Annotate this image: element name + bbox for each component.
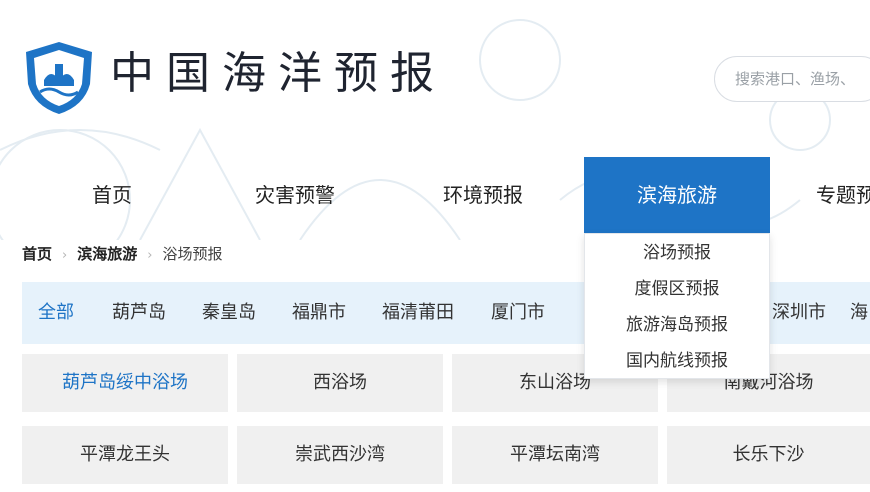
- region-xiamen[interactable]: 厦门市: [491, 282, 545, 344]
- beach-tile[interactable]: 葫芦岛绥中浴场: [22, 354, 228, 412]
- nav-item-disaster-warning[interactable]: 灾害预警: [255, 157, 335, 233]
- beach-tile[interactable]: 平潭坛南湾: [452, 426, 658, 484]
- region-shenzhen[interactable]: 深圳市: [772, 282, 826, 344]
- beach-tile[interactable]: 西浴场: [237, 354, 443, 412]
- site-logo[interactable]: [22, 40, 96, 116]
- nav-item-coastal-tourism[interactable]: 滨海旅游: [584, 157, 770, 233]
- region-qinhuangdao[interactable]: 秦皇岛: [202, 282, 256, 344]
- coastal-tourism-dropdown: 浴场预报 度假区预报 旅游海岛预报 国内航线预报: [584, 233, 770, 379]
- region-fuqing-putian[interactable]: 福清莆田: [382, 282, 454, 344]
- nav-item-environment-forecast[interactable]: 环境预报: [443, 157, 523, 233]
- chevron-right-icon: ›: [147, 248, 153, 263]
- breadcrumb-section[interactable]: 滨海旅游: [77, 245, 137, 263]
- site-title[interactable]: 中国海洋预报: [110, 44, 446, 104]
- beach-tile[interactable]: 崇武西沙湾: [237, 426, 443, 484]
- region-more[interactable]: 海: [850, 282, 868, 344]
- main-nav: 首页 灾害预警 环境预报 滨海旅游 专题预: [0, 157, 870, 233]
- beach-tile[interactable]: 长乐下沙: [667, 426, 870, 484]
- nav-item-home[interactable]: 首页: [92, 157, 132, 233]
- search-input[interactable]: 搜索港口、渔场、: [714, 56, 870, 102]
- breadcrumb-home[interactable]: 首页: [22, 245, 52, 263]
- beach-tile[interactable]: 平潭龙王头: [22, 426, 228, 484]
- region-all[interactable]: 全部: [38, 282, 74, 344]
- dropdown-item-resort-forecast[interactable]: 度假区预报: [585, 271, 769, 307]
- dropdown-item-island-forecast[interactable]: 旅游海岛预报: [585, 307, 769, 343]
- breadcrumb-current: 浴场预报: [162, 245, 223, 263]
- breadcrumb: 首页 › 滨海旅游 › 浴场预报: [22, 242, 222, 266]
- chevron-right-icon: ›: [62, 248, 68, 263]
- shield-logo-icon: [26, 42, 92, 114]
- region-fuding[interactable]: 福鼎市: [292, 282, 346, 344]
- nav-item-special-forecast[interactable]: 专题预: [816, 157, 870, 233]
- region-huludao[interactable]: 葫芦岛: [112, 282, 166, 344]
- dropdown-item-beach-forecast[interactable]: 浴场预报: [585, 235, 769, 271]
- dropdown-item-route-forecast[interactable]: 国内航线预报: [585, 343, 769, 379]
